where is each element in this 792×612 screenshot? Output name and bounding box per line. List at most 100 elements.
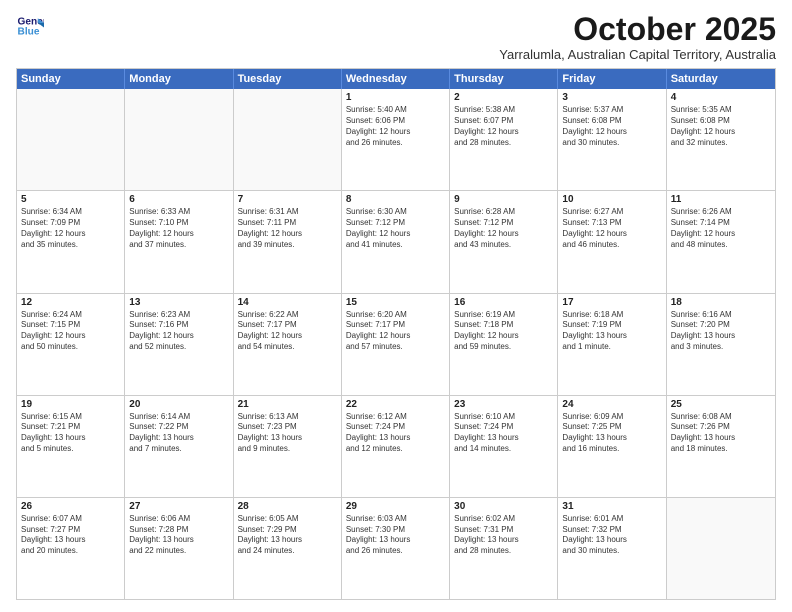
day-cell: 26Sunrise: 6:07 AM Sunset: 7:27 PM Dayli… (17, 498, 125, 599)
day-number: 9 (454, 194, 553, 205)
day-number: 30 (454, 501, 553, 512)
day-info: Sunrise: 6:12 AM Sunset: 7:24 PM Dayligh… (346, 412, 445, 455)
day-info: Sunrise: 6:27 AM Sunset: 7:13 PM Dayligh… (562, 207, 661, 250)
week-row: 12Sunrise: 6:24 AM Sunset: 7:15 PM Dayli… (17, 294, 775, 396)
day-number: 23 (454, 399, 553, 410)
day-headers: SundayMondayTuesdayWednesdayThursdayFrid… (17, 69, 775, 89)
day-number: 28 (238, 501, 337, 512)
day-cell: 4Sunrise: 5:35 AM Sunset: 6:08 PM Daylig… (667, 89, 775, 190)
header: General Blue October 2025 Yarralumla, Au… (16, 12, 776, 62)
day-cell: 27 Sunrise: 6:06 AM Sunset: 7:28 PM Dayli… (125, 498, 233, 599)
day-number: 25 (671, 399, 771, 410)
title-block: October 2025 Yarralumla, Australian Capi… (499, 12, 776, 62)
day-cell: 7Sunrise: 6:31 AM Sunset: 7:11 PM Daylig… (234, 191, 342, 292)
day-cell (234, 89, 342, 190)
day-cell: 11Sunrise: 6:26 AM Sunset: 7:14 PM Dayli… (667, 191, 775, 292)
day-cell: 31 Sunrise: 6:01 AM Sunset: 7:32 PM Dayli… (558, 498, 666, 599)
day-header: Monday (125, 69, 233, 89)
day-info: Sunrise: 6:33 AM Sunset: 7:10 PM Dayligh… (129, 207, 228, 250)
day-info: Sunrise: 5:35 AM Sunset: 6:08 PM Dayligh… (671, 105, 771, 148)
day-cell: 13 Sunrise: 6:23 AM Sunset: 7:16 PM Dayli… (125, 294, 233, 395)
week-row: 1 Sunrise: 5:40 AM Sunset: 6:06 PM Daylig… (17, 89, 775, 191)
day-cell: 29 Sunrise: 6:03 AM Sunset: 7:30 PM Dayli… (342, 498, 450, 599)
month-title: October 2025 (499, 12, 776, 47)
svg-text:Blue: Blue (18, 27, 40, 38)
day-number: 2 (454, 92, 553, 103)
day-number: 8 (346, 194, 445, 205)
day-cell: 1 Sunrise: 5:40 AM Sunset: 6:06 PM Daylig… (342, 89, 450, 190)
day-number: 18 (671, 297, 771, 308)
day-header: Friday (558, 69, 666, 89)
day-number: 20 (129, 399, 228, 410)
day-info: Sunrise: 6:19 AM Sunset: 7:18 PM Dayligh… (454, 310, 553, 353)
day-info: Sunrise: 6:26 AM Sunset: 7:14 PM Dayligh… (671, 207, 771, 250)
day-number: 10 (562, 194, 661, 205)
day-cell: 5 Sunrise: 6:34 AM Sunset: 7:09 PM Daylig… (17, 191, 125, 292)
day-cell: 2Sunrise: 5:38 AM Sunset: 6:07 PM Daylig… (450, 89, 558, 190)
week-row: 5 Sunrise: 6:34 AM Sunset: 7:09 PM Daylig… (17, 191, 775, 293)
day-cell: 18 Sunrise: 6:16 AM Sunset: 7:20 PM Dayli… (667, 294, 775, 395)
day-header: Sunday (17, 69, 125, 89)
day-info: Sunrise: 6:10 AM Sunset: 7:24 PM Dayligh… (454, 412, 553, 455)
day-number: 1 (346, 92, 445, 103)
day-number: 17 (562, 297, 661, 308)
day-number: 5 (21, 194, 120, 205)
day-info: Sunrise: 6:28 AM Sunset: 7:12 PM Dayligh… (454, 207, 553, 250)
day-info: Sunrise: 6:05 AM Sunset: 7:29 PM Dayligh… (238, 514, 337, 557)
logo: General Blue (16, 12, 44, 40)
day-number: 14 (238, 297, 337, 308)
day-cell: 6 Sunrise: 6:33 AM Sunset: 7:10 PM Daylig… (125, 191, 233, 292)
day-cell: 14Sunrise: 6:22 AM Sunset: 7:17 PM Dayli… (234, 294, 342, 395)
day-cell: 10 Sunrise: 6:27 AM Sunset: 7:13 PM Dayli… (558, 191, 666, 292)
calendar-body: 1 Sunrise: 5:40 AM Sunset: 6:06 PM Daylig… (17, 89, 775, 599)
page: General Blue October 2025 Yarralumla, Au… (0, 0, 792, 612)
day-info: Sunrise: 6:16 AM Sunset: 7:20 PM Dayligh… (671, 310, 771, 353)
day-info: Sunrise: 6:03 AM Sunset: 7:30 PM Dayligh… (346, 514, 445, 557)
day-info: Sunrise: 6:30 AM Sunset: 7:12 PM Dayligh… (346, 207, 445, 250)
day-info: Sunrise: 6:08 AM Sunset: 7:26 PM Dayligh… (671, 412, 771, 455)
day-header: Thursday (450, 69, 558, 89)
day-header: Saturday (667, 69, 775, 89)
day-cell: 15 Sunrise: 6:20 AM Sunset: 7:17 PM Dayli… (342, 294, 450, 395)
week-row: 19Sunrise: 6:15 AM Sunset: 7:21 PM Dayli… (17, 396, 775, 498)
day-info: Sunrise: 6:20 AM Sunset: 7:17 PM Dayligh… (346, 310, 445, 353)
day-info: Sunrise: 6:07 AM Sunset: 7:27 PM Dayligh… (21, 514, 120, 557)
day-number: 22 (346, 399, 445, 410)
day-info: Sunrise: 6:09 AM Sunset: 7:25 PM Dayligh… (562, 412, 661, 455)
day-number: 31 (562, 501, 661, 512)
day-number: 29 (346, 501, 445, 512)
day-info: Sunrise: 6:24 AM Sunset: 7:15 PM Dayligh… (21, 310, 120, 353)
day-cell: 19Sunrise: 6:15 AM Sunset: 7:21 PM Dayli… (17, 396, 125, 497)
day-number: 3 (562, 92, 661, 103)
day-cell: 12Sunrise: 6:24 AM Sunset: 7:15 PM Dayli… (17, 294, 125, 395)
day-cell: 8 Sunrise: 6:30 AM Sunset: 7:12 PM Daylig… (342, 191, 450, 292)
day-cell: 22 Sunrise: 6:12 AM Sunset: 7:24 PM Dayli… (342, 396, 450, 497)
day-number: 19 (21, 399, 120, 410)
day-cell (667, 498, 775, 599)
day-number: 15 (346, 297, 445, 308)
day-info: Sunrise: 5:40 AM Sunset: 6:06 PM Dayligh… (346, 105, 445, 148)
day-number: 21 (238, 399, 337, 410)
day-number: 7 (238, 194, 337, 205)
day-number: 27 (129, 501, 228, 512)
day-cell: 17Sunrise: 6:18 AM Sunset: 7:19 PM Dayli… (558, 294, 666, 395)
day-info: Sunrise: 6:02 AM Sunset: 7:31 PM Dayligh… (454, 514, 553, 557)
day-number: 16 (454, 297, 553, 308)
day-cell: 24 Sunrise: 6:09 AM Sunset: 7:25 PM Dayli… (558, 396, 666, 497)
day-number: 24 (562, 399, 661, 410)
day-number: 6 (129, 194, 228, 205)
day-info: Sunrise: 6:01 AM Sunset: 7:32 PM Dayligh… (562, 514, 661, 557)
day-number: 13 (129, 297, 228, 308)
logo-icon: General Blue (16, 12, 44, 40)
day-cell: 3Sunrise: 5:37 AM Sunset: 6:08 PM Daylig… (558, 89, 666, 190)
day-info: Sunrise: 6:23 AM Sunset: 7:16 PM Dayligh… (129, 310, 228, 353)
day-info: Sunrise: 6:06 AM Sunset: 7:28 PM Dayligh… (129, 514, 228, 557)
subtitle: Yarralumla, Australian Capital Territory… (499, 47, 776, 62)
day-cell (17, 89, 125, 190)
day-cell: 20 Sunrise: 6:14 AM Sunset: 7:22 PM Dayli… (125, 396, 233, 497)
day-info: Sunrise: 6:34 AM Sunset: 7:09 PM Dayligh… (21, 207, 120, 250)
day-cell: 16 Sunrise: 6:19 AM Sunset: 7:18 PM Dayli… (450, 294, 558, 395)
day-cell: 25 Sunrise: 6:08 AM Sunset: 7:26 PM Dayli… (667, 396, 775, 497)
day-info: Sunrise: 6:14 AM Sunset: 7:22 PM Dayligh… (129, 412, 228, 455)
calendar: SundayMondayTuesdayWednesdayThursdayFrid… (16, 68, 776, 600)
